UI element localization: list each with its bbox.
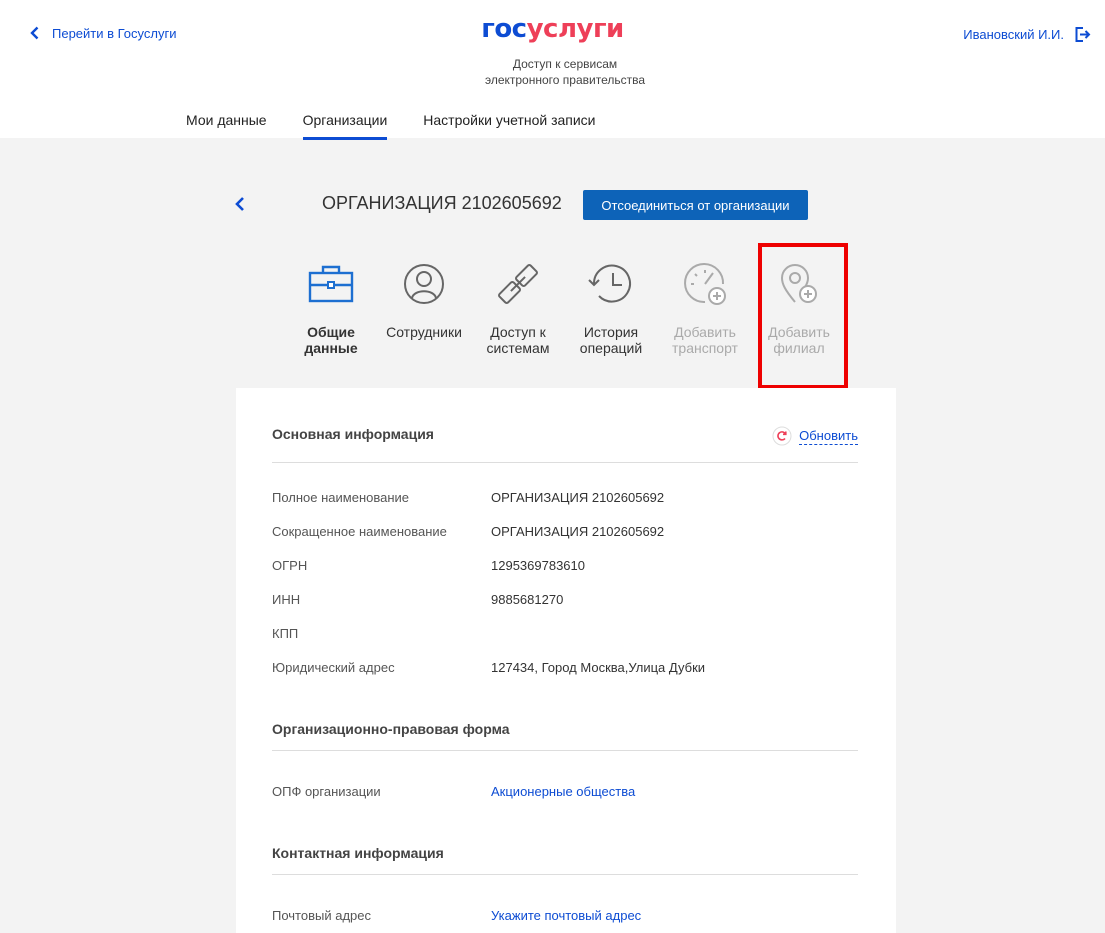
contacts-title: Контактная информация — [272, 845, 444, 861]
tab-account-settings[interactable]: Настройки учетной записи — [423, 112, 595, 140]
section-employees[interactable]: Сотрудники — [378, 258, 470, 340]
briefcase-icon — [308, 265, 354, 303]
back-arrow-icon[interactable] — [230, 194, 250, 214]
organization-title: ОРГАНИЗАЦИЯ 2102605692 — [322, 193, 562, 213]
highlight-add-branch — [758, 243, 848, 389]
gosuslugi-logo[interactable]: госуслуги — [0, 14, 1105, 44]
user-menu[interactable]: Ивановский И.И. — [963, 26, 1091, 43]
history-icon — [588, 264, 631, 303]
speedometer-add-icon — [684, 263, 726, 305]
legal-form-title: Организационно-правовая форма — [272, 721, 510, 737]
refresh-label: Обновить — [799, 427, 858, 445]
section-general-data[interactable]: Общие данные — [285, 258, 377, 356]
main-nav: Мои данные Организации Настройки учетной… — [186, 112, 632, 140]
contacts-header: Контактная информация — [272, 845, 858, 875]
legal-form-link[interactable]: Акционерные общества — [491, 784, 635, 799]
main-info-header: Основная информация Обновить — [272, 426, 858, 463]
organization-details-card: Основная информация Обновить Полное наим… — [236, 388, 896, 933]
refresh-icon — [772, 426, 792, 446]
main-info-title: Основная информация — [272, 426, 434, 442]
link-icon — [498, 264, 538, 304]
tab-organizations[interactable]: Организации — [302, 112, 388, 140]
section-system-access[interactable]: Доступ к системам — [472, 258, 564, 356]
section-operation-history[interactable]: История операций — [565, 258, 657, 356]
user-name: Ивановский И.И. — [963, 27, 1064, 42]
refresh-button[interactable]: Обновить — [772, 426, 858, 446]
disconnect-button[interactable]: Отсоединиться от организации — [583, 190, 808, 220]
user-icon — [404, 264, 444, 304]
legal-form-header: Организационно-правовая форма — [272, 721, 858, 751]
logout-icon[interactable] — [1074, 26, 1091, 43]
header: Перейти в Госуслуги госуслуги Доступ к с… — [0, 0, 1105, 140]
tagline: Доступ к сервисам электронного правитель… — [484, 57, 646, 87]
tab-my-data[interactable]: Мои данные — [186, 112, 267, 140]
section-add-transport: Добавить транспорт — [659, 258, 751, 356]
postal-address-link[interactable]: Укажите почтовый адрес — [491, 908, 641, 923]
